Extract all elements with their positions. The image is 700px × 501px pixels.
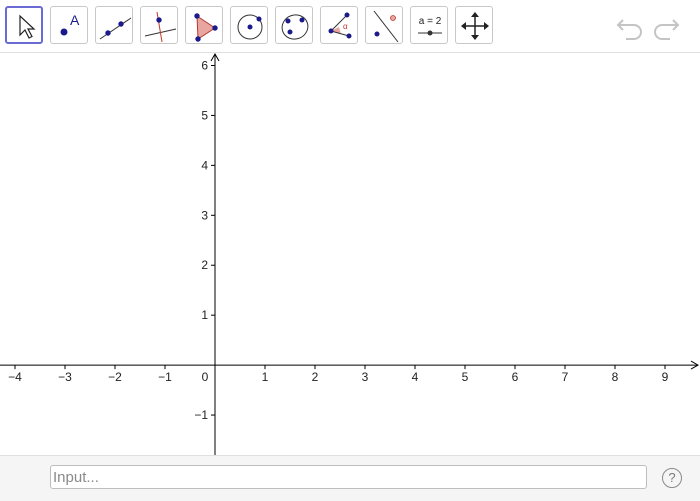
x-tick-label: 8 [612, 370, 619, 384]
x-tick-label: 7 [562, 370, 569, 384]
angle-tool-button[interactable]: α [320, 6, 358, 44]
x-tick-label: −3 [58, 370, 72, 384]
y-tick-label: −1 [194, 408, 208, 422]
x-tick-label: 5 [462, 370, 469, 384]
angle-icon: α [328, 12, 352, 39]
slider-icon: a = 2 [418, 16, 442, 36]
polygon-icon [194, 13, 218, 42]
toolbar: A α a = 2 [0, 0, 700, 53]
point-icon: A [60, 12, 80, 36]
ellipse-icon [281, 14, 309, 40]
y-tick-label: 1 [201, 308, 208, 322]
redo-button[interactable] [650, 12, 682, 40]
undo-button[interactable] [614, 12, 646, 40]
slider-tool-button[interactable]: a = 2 [410, 6, 448, 44]
move-graphics-view-button[interactable] [455, 6, 493, 44]
move-view-cross-arrows-icon [461, 12, 489, 40]
x-tick-label: −1 [158, 370, 172, 384]
ellipse-tool-button[interactable] [275, 6, 313, 44]
undo-icon [616, 19, 642, 40]
x-tick-label: 4 [412, 370, 419, 384]
help-button[interactable]: ? [662, 468, 682, 488]
perpendicular-line-tool-button[interactable] [140, 6, 178, 44]
y-tick-label: 4 [201, 158, 208, 172]
angle-icon-label: α [343, 22, 348, 31]
x-tick-label: 9 [662, 370, 669, 384]
point-icon-label: A [70, 12, 80, 28]
polygon-tool-button[interactable] [185, 6, 223, 44]
redo-icon [654, 19, 680, 40]
x-tick-label: 0 [202, 370, 209, 384]
graphics-view[interactable]: −4 −3 −2 −1 0 1 2 3 4 5 6 7 8 9 −1 1 2 3 4 5 6 [0, 53, 700, 455]
algebra-input-field[interactable] [50, 465, 647, 489]
y-tick-label: 5 [201, 108, 208, 122]
perpendicular-line-icon [144, 11, 177, 43]
reflect-about-line-icon [373, 10, 399, 43]
slider-icon-label: a = 2 [419, 16, 442, 27]
reflect-tool-button[interactable] [365, 6, 403, 44]
x-tick-label: 2 [312, 370, 319, 384]
move-arrow-icon [19, 14, 36, 39]
line-tool-button[interactable] [95, 6, 133, 44]
circle-center-point-icon [237, 14, 263, 40]
point-tool-button[interactable]: A [50, 6, 88, 44]
x-tick-label: 6 [512, 370, 519, 384]
circle-tool-button[interactable] [230, 6, 268, 44]
x-tick-label: 3 [362, 370, 369, 384]
x-tick-label: −2 [108, 370, 122, 384]
line-icon [99, 17, 132, 40]
x-tick-label: −4 [8, 370, 22, 384]
algebra-input-bar: ? [0, 455, 700, 501]
y-tick-label: 6 [201, 58, 208, 72]
y-tick-label: 2 [201, 258, 208, 272]
y-tick-label: 3 [201, 208, 208, 222]
x-tick-label: 1 [262, 370, 269, 384]
move-tool-button[interactable] [5, 6, 43, 44]
coordinate-axes: −4 −3 −2 −1 0 1 2 3 4 5 6 7 8 9 −1 1 2 3 4 5 6 [0, 53, 700, 455]
